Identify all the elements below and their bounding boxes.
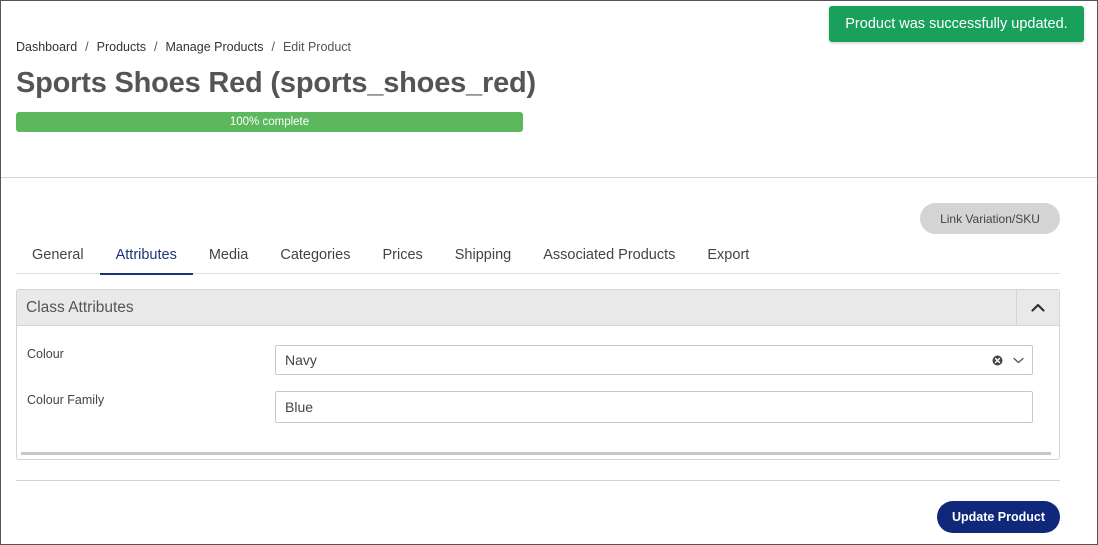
breadcrumb-separator: / [85,40,89,54]
progress-label: 100% complete [229,116,310,128]
tab-media[interactable]: Media [193,236,265,274]
colour-label: Colour [27,347,64,361]
footer-divider [16,480,1060,481]
header-divider [1,177,1097,178]
colour-select[interactable]: Navy [275,345,1033,375]
tab-label: Associated Products [543,247,676,263]
link-variation-sku-label: Link Variation/SKU [940,211,1040,226]
tab-prices[interactable]: Prices [366,236,438,274]
completion-progress-bar: 100% complete [16,112,523,132]
success-toast: Product was successfully updated. [829,6,1084,42]
toast-message: Product was successfully updated. [845,16,1068,32]
link-variation-sku-button[interactable]: Link Variation/SKU [920,203,1060,234]
progress-fill: 100% complete [16,112,523,132]
tab-label: Prices [382,247,423,263]
panel-scrollbar[interactable] [21,452,1051,455]
breadcrumb-separator: / [153,40,158,54]
update-product-button[interactable]: Update Product [937,501,1060,533]
tab-label: Shipping [454,247,512,263]
tab-attributes[interactable]: Attributes [99,236,194,275]
tab-label: Export [707,247,750,263]
tab-general[interactable]: General [16,236,100,274]
tab-associated-products[interactable]: Associated Products [527,236,691,274]
tab-label: Media [208,247,249,263]
class-attributes-panel: Class Attributes Colour Navy Colour Fami… [16,289,1060,460]
tab-categories[interactable]: Categories [264,236,366,274]
panel-title: Class Attributes [26,298,134,316]
breadcrumb-products[interactable]: Products [97,40,146,54]
breadcrumb-dashboard[interactable]: Dashboard [16,40,77,54]
colour-family-input[interactable]: Blue [275,391,1033,423]
colour-family-label: Colour Family [27,393,105,407]
colour-select-value: Navy [285,352,317,368]
breadcrumb: Dashboard / Products / Manage Products /… [16,40,351,54]
chevron-up-icon [1031,303,1045,312]
update-product-label: Update Product [951,510,1046,524]
breadcrumb-current: Edit Product [282,40,352,54]
panel-collapse-button[interactable] [1016,290,1059,325]
product-tabs: General Attributes Media Categories Pric… [16,236,1060,275]
tab-label: Attributes [115,247,177,263]
breadcrumb-separator: / [271,40,275,54]
chevron-down-icon[interactable] [1013,357,1024,364]
tab-label: General [32,247,84,263]
clear-icon[interactable] [992,355,1003,366]
panel-header: Class Attributes [17,290,1059,326]
page-title: Sports Shoes Red (sports_shoes_red) [16,67,536,99]
tab-label: Categories [280,247,351,263]
tab-shipping[interactable]: Shipping [439,236,527,274]
colour-family-value: Blue [285,399,314,415]
tab-export[interactable]: Export [691,236,765,274]
breadcrumb-manage-products[interactable]: Manage Products [165,40,263,54]
select-controls [992,346,1024,374]
